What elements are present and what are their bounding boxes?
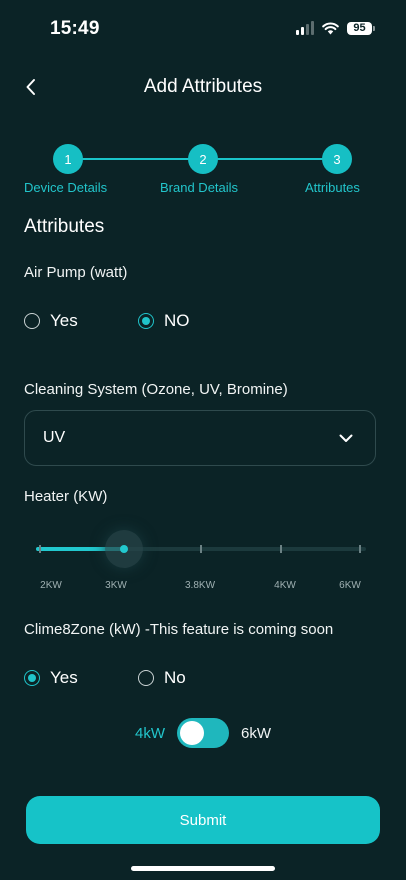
wifi-icon (322, 21, 339, 34)
slider-tick (359, 545, 361, 553)
select-value: UV (43, 429, 66, 446)
air-pump-yes-radio[interactable]: Yes (24, 311, 78, 331)
radio-circle (24, 313, 40, 329)
cleaning-system-select[interactable]: UV (24, 410, 376, 466)
slider-tick-label: 4KW (274, 580, 296, 591)
clime8zone-yes-radio[interactable]: Yes (24, 668, 78, 688)
submit-button[interactable]: Submit (26, 796, 380, 844)
slider-tick-label: 6KW (339, 580, 361, 591)
toggle-left-label: 4kW (135, 724, 165, 742)
heater-slider-dot (120, 545, 128, 553)
kw-toggle-switch[interactable] (177, 718, 229, 748)
slider-tick (200, 545, 202, 553)
page-title: Add Attributes (143, 76, 263, 97)
step-3-label: Attributes (305, 180, 360, 195)
radio-circle-selected (24, 670, 40, 686)
heater-label: Heater (KW) (24, 488, 108, 505)
slider-tick-label: 3.8KW (184, 580, 216, 591)
radio-label: No (164, 668, 186, 687)
air-pump-label: Air Pump (watt) (24, 264, 128, 281)
clime8zone-no-radio[interactable]: No (138, 668, 186, 688)
radio-label: Yes (50, 311, 78, 330)
kw-toggle-row: 4kW 6kW (0, 718, 406, 748)
step-3-circle: 3 (322, 144, 352, 174)
step-2-label: Brand Details (160, 180, 239, 195)
status-icons: 95 (296, 21, 375, 35)
slider-tick-label: 3KW (105, 580, 127, 591)
radio-label: NO (164, 311, 190, 330)
status-time: 15:49 (50, 18, 100, 39)
chevron-down-icon (339, 434, 353, 442)
home-indicator (131, 866, 275, 871)
radio-label: Yes (50, 668, 78, 687)
radio-circle-selected (138, 313, 154, 329)
air-pump-no-radio[interactable]: NO (138, 311, 190, 331)
step-1-circle: 1 (53, 144, 83, 174)
toggle-right-label: 6kW (241, 724, 271, 742)
radio-circle (138, 670, 154, 686)
slider-tick-label: 2KW (40, 580, 62, 591)
step-1-label: Device Details (24, 180, 108, 195)
cellular-signal-icon (296, 21, 314, 35)
toggle-knob (180, 721, 204, 745)
cleaning-system-label: Cleaning System (Ozone, UV, Bromine) (24, 381, 288, 398)
slider-tick (39, 545, 41, 553)
battery-icon: 95 (347, 21, 375, 35)
clime8zone-label: Clime8Zone (kW) -This feature is coming … (24, 621, 334, 638)
section-title: Attributes (24, 216, 105, 237)
slider-tick (280, 545, 282, 553)
step-2-circle: 2 (188, 144, 218, 174)
